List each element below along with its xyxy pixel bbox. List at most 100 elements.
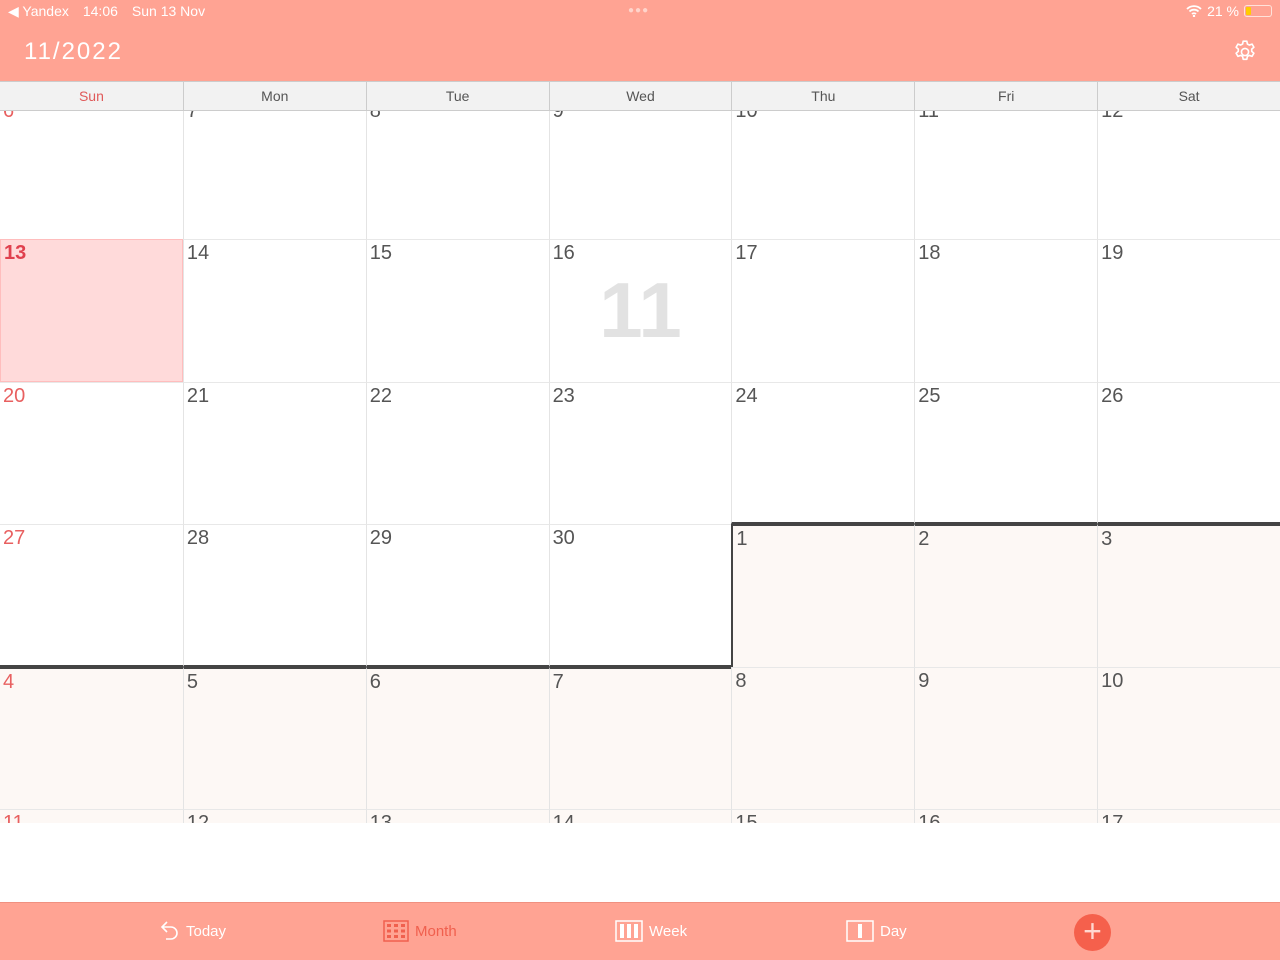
undo-arrow-icon [160,921,178,940]
day-cell[interactable]: 21 [182,381,366,525]
wifi-icon [1186,5,1202,17]
tab-day[interactable]: Day [846,920,907,942]
plus-icon: + [1083,913,1102,949]
day-number: 13 [4,242,27,265]
day-number: 4 [3,670,15,693]
gear-icon[interactable] [1232,39,1258,65]
day-cell[interactable]: 11 [0,808,183,823]
top-bar: ◀ Yandex 14:06 Sun 13 Nov ●●● 21 % 11/20… [0,0,1280,81]
day-cell[interactable]: 8 [365,111,549,240]
day-number: 11 [3,811,24,823]
month-grid-icon [383,920,409,942]
day-number: 2 [918,528,930,551]
day-number: 5 [186,670,198,693]
day-number: 3 [1101,528,1113,551]
day-number: 23 [552,384,575,407]
day-number: 9 [552,111,564,122]
day-cell[interactable]: 20 [0,381,183,524]
day-number: 16 [552,242,575,265]
day-number: 7 [552,670,564,693]
day-column-icon [846,920,874,942]
day-cell[interactable]: 5 [182,666,366,809]
day-number: 14 [186,242,210,265]
back-to-app-link[interactable]: ◀ Yandex [8,3,69,20]
day-number: 20 [3,384,26,407]
day-number: 9 [918,669,930,692]
day-cell[interactable]: 3 [1097,524,1280,667]
multitasking-dots-icon[interactable]: ●●● [628,5,649,16]
day-number: 12 [1101,111,1124,122]
tab-week[interactable]: Week [615,920,687,942]
day-cell[interactable]: 6 [365,666,549,809]
day-cell[interactable]: 13 [365,808,549,823]
day-cell[interactable]: 16 [914,808,1098,823]
day-number: 10 [735,111,758,122]
day-cell[interactable]: 29 [365,524,549,667]
day-cell[interactable]: 7 [182,111,366,240]
back-app-label: Yandex [22,3,69,19]
day-cell[interactable]: 2 [914,524,1098,667]
day-cell[interactable]: 28 [182,524,366,667]
add-event-button[interactable]: + [1074,914,1111,951]
day-cell[interactable]: 19 [1097,239,1280,382]
week-columns-icon [615,920,643,942]
day-number: 6 [369,670,381,693]
day-number: 1 [736,528,748,551]
day-cell[interactable]: 9 [914,666,1098,809]
status-time: 14:06 [82,3,118,19]
day-cell[interactable]: 8 [731,666,915,809]
day-number: 15 [735,811,758,823]
day-number: 19 [1101,242,1124,265]
day-cell[interactable]: 27 [0,524,183,667]
day-cell[interactable]: 6 [0,111,183,239]
day-number: 30 [552,527,575,550]
day-number: 7 [186,111,198,122]
day-cell[interactable]: 7 [548,666,732,809]
status-bar: ◀ Yandex 14:06 Sun 13 Nov [8,3,205,20]
day-cell[interactable]: 10 [1097,666,1280,809]
tab-month-label: Month [415,922,457,940]
day-cell[interactable]: 17 [731,239,915,382]
tab-today[interactable]: Today [160,920,226,942]
day-cell[interactable]: 15 [365,239,549,382]
day-cell[interactable]: 14 [182,239,366,382]
day-cell[interactable]: 23 [548,381,732,525]
day-cell[interactable]: 13 [0,239,183,382]
day-number: 25 [918,384,941,407]
battery-icon [1244,5,1272,17]
day-cell[interactable]: 10 [731,111,914,240]
day-cell[interactable]: 4 [0,666,183,809]
weekday-tue: Tue [365,82,549,110]
weekday-header: Sun Mon Tue Wed Thu Fri Sat [0,81,1280,111]
day-number: 8 [735,669,747,692]
day-cell[interactable]: 1 [731,524,915,667]
weekday-sat: Sat [1097,82,1280,110]
day-cell[interactable]: 22 [365,381,549,525]
day-number: 24 [735,384,758,407]
day-cell[interactable]: 14 [548,808,732,823]
month-grid: 6 7 8 9 10 11 12 13 14 15 16 17 18 19 20 21 22 23 24 25 26 27… [0,111,1280,823]
day-cell[interactable]: 30 [548,524,732,667]
page-title: 11/2022 [24,38,123,65]
day-cell[interactable]: 26 [1097,381,1280,525]
weekday-mon: Mon [182,82,366,110]
day-number: 15 [369,242,392,265]
day-number: 6 [3,111,15,122]
day-cell[interactable]: 11 [914,111,1097,240]
weekday-thu: Thu [731,82,914,110]
day-cell[interactable]: 15 [731,808,915,823]
weekday-fri: Fri [914,82,1097,110]
day-number: 13 [369,811,392,823]
day-cell[interactable]: 25 [914,381,1098,525]
day-cell[interactable]: 12 [182,808,366,823]
day-cell[interactable]: 24 [731,381,915,525]
day-cell[interactable]: 9 [548,111,732,240]
day-cell[interactable]: 18 [914,239,1098,382]
day-cell[interactable]: 17 [1097,808,1280,823]
tab-month[interactable]: Month [383,920,457,942]
day-cell[interactable]: 16 [548,239,732,382]
day-cell[interactable]: 12 [1097,111,1280,240]
status-date: Sun 13 Nov [131,3,206,19]
day-number: 26 [1101,384,1124,407]
weekday-sun: Sun [78,88,104,104]
